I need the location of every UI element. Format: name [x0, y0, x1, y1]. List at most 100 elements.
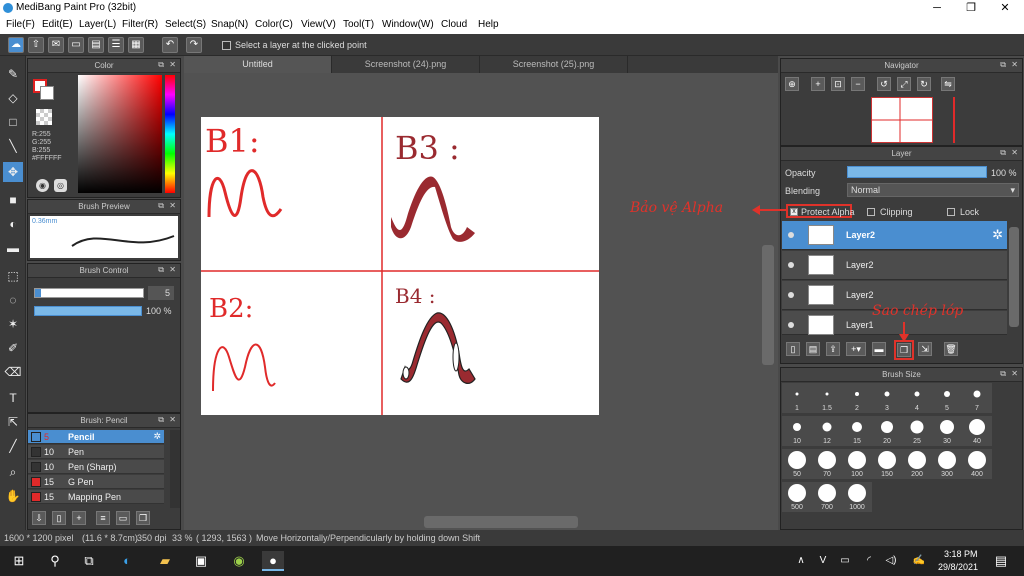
background-color-swatch[interactable]	[40, 86, 54, 100]
select-eraser-icon[interactable]: ⌫	[3, 362, 23, 382]
brush-item-mapping-pen[interactable]: 15 Mapping Pen	[28, 490, 164, 504]
flip-icon[interactable]: ⇋	[941, 77, 955, 91]
brush-settings-icon[interactable]: ≡	[96, 511, 110, 525]
dot-tool-icon[interactable]: □	[3, 112, 23, 132]
brush-size-option[interactable]: 7	[962, 383, 992, 413]
layer-opacity-slider[interactable]	[847, 166, 987, 178]
layer-row[interactable]: Layer2	[782, 251, 1007, 280]
saturation-value-picker[interactable]	[78, 75, 162, 193]
add-layer-menu-icon[interactable]: +▾	[846, 342, 866, 356]
menu-view[interactable]: View(V)	[301, 19, 336, 30]
file-explorer-icon[interactable]: ▰	[154, 551, 176, 571]
brush-size-slider[interactable]	[34, 288, 144, 298]
import-layer-icon[interactable]: ⇪	[826, 342, 840, 356]
panel-close-icon[interactable]: ✕	[1011, 369, 1018, 378]
brush-size-option[interactable]: 4	[902, 383, 932, 413]
comment-icon[interactable]: ✉	[48, 37, 64, 53]
brush-list-scrollbar[interactable]	[170, 430, 180, 508]
clock-time[interactable]: 3:18 PM	[944, 549, 978, 559]
close-button[interactable]: ✕	[988, 0, 1022, 16]
brush-size-option[interactable]: 1.5	[812, 383, 842, 413]
brush-size-option[interactable]: 25	[902, 416, 932, 446]
menu-help[interactable]: Help	[478, 19, 499, 30]
select-pen-icon[interactable]: ✐	[3, 338, 23, 358]
brush-size-option[interactable]: 15	[842, 416, 872, 446]
notifications-icon[interactable]: ▤	[990, 551, 1012, 571]
search-icon[interactable]: ⚲	[44, 551, 66, 571]
select-rect-icon[interactable]: ⬚	[3, 266, 23, 286]
delete-layer-icon[interactable]: 🗑	[944, 342, 958, 356]
clipping-checkbox[interactable]	[867, 208, 875, 216]
wifi-icon[interactable]: ◜	[858, 551, 880, 571]
volume-icon[interactable]: ◁)	[880, 551, 902, 571]
minimize-button[interactable]: ─	[920, 0, 954, 16]
brush-size-option[interactable]: 70	[812, 449, 842, 479]
menu-layer[interactable]: Layer(L)	[79, 19, 116, 30]
panel-close-icon[interactable]: ✕	[1011, 60, 1018, 69]
zoom-icon[interactable]: ⊕	[785, 77, 799, 91]
brush-size-option[interactable]: 700	[812, 482, 842, 512]
brush-item-pen-sharp[interactable]: 10 Pen (Sharp)	[28, 460, 164, 474]
list-icon[interactable]: ☰	[108, 37, 124, 53]
magic-wand-icon[interactable]: ✶	[3, 314, 23, 334]
panel-float-icon[interactable]: ⧉	[158, 201, 164, 211]
eye-icon[interactable]	[788, 232, 794, 238]
blending-select[interactable]: Normal ▾	[847, 183, 1019, 197]
brush-size-option[interactable]: 2	[842, 383, 872, 413]
menu-cloud[interactable]: Cloud	[441, 19, 467, 30]
operation-tool-icon[interactable]: ⇱	[3, 412, 23, 432]
rotate-left-icon[interactable]: ↺	[877, 77, 891, 91]
panel-float-icon[interactable]: ⧉	[158, 415, 164, 425]
redo-icon[interactable]: ↷	[186, 37, 202, 53]
brush-size-option[interactable]: 200	[902, 449, 932, 479]
add-brush-icon[interactable]: +	[72, 511, 86, 525]
move-tool-icon[interactable]: ✥	[3, 162, 23, 182]
brush-size-option[interactable]: 300	[932, 449, 962, 479]
brush-item-pen[interactable]: 10 Pen	[28, 445, 164, 459]
folder-icon[interactable]: ▬	[872, 342, 886, 356]
zoom-out-icon[interactable]: −	[851, 77, 865, 91]
panel-float-icon[interactable]: ⧉	[158, 265, 164, 275]
clock-date[interactable]: 29/8/2021	[938, 562, 978, 572]
eye-icon[interactable]	[788, 292, 794, 298]
menu-edit[interactable]: Edit(E)	[42, 19, 73, 30]
palette-icon[interactable]: ◉	[36, 179, 49, 192]
task-view-icon[interactable]: ⧉	[78, 551, 100, 571]
rotate-right-icon[interactable]: ↻	[917, 77, 931, 91]
menu-select[interactable]: Select(S)	[165, 19, 206, 30]
cloud-download-icon[interactable]: ⇩	[32, 511, 46, 525]
pen-icon[interactable]: ✍	[908, 551, 930, 571]
brush-tool-icon[interactable]: ✎	[3, 64, 23, 84]
brush-size-option[interactable]: 20	[872, 416, 902, 446]
cloud-icon[interactable]: ☁	[8, 37, 24, 53]
undo-icon[interactable]: ↶	[162, 37, 178, 53]
fit-screen-icon[interactable]: ⤢	[897, 77, 911, 91]
layer-row[interactable]: Layer2 ✲	[782, 221, 1007, 250]
brush-size-option[interactable]: 3	[872, 383, 902, 413]
drawing-canvas[interactable]: B1: B3 : B2: B4 :	[201, 117, 599, 415]
menu-window[interactable]: Window(W)	[382, 19, 434, 30]
menu-color[interactable]: Color(C)	[255, 19, 293, 30]
chevron-up-icon[interactable]: ∧	[790, 551, 812, 571]
bucket-tool-icon[interactable]: ◐	[3, 214, 23, 234]
brush-size-option[interactable]: 1	[782, 383, 812, 413]
brush-item-pencil[interactable]: 5 Pencil ✲	[28, 430, 164, 444]
gear-icon[interactable]: ✲	[153, 431, 161, 442]
transparent-swatch[interactable]	[36, 109, 52, 125]
eraser-tool-icon[interactable]: ◇	[3, 88, 23, 108]
brush-size-option[interactable]: 10	[782, 416, 812, 446]
eye-icon[interactable]	[788, 322, 794, 328]
store-icon[interactable]: ▣	[190, 551, 212, 571]
eye-icon[interactable]	[788, 262, 794, 268]
divide-tool-icon[interactable]: ╱	[3, 436, 23, 456]
panel-float-icon[interactable]: ⧉	[158, 60, 164, 70]
lasso-icon[interactable]: ◌	[3, 290, 23, 310]
page-icon[interactable]: ▤	[88, 37, 104, 53]
brush-size-option[interactable]: 40	[962, 416, 992, 446]
menu-filter[interactable]: Filter(R)	[122, 19, 158, 30]
gradient-tool-icon[interactable]: ▬	[3, 238, 23, 258]
brush-size-value[interactable]: 5	[148, 286, 174, 300]
color-settings-icon[interactable]: ◎	[54, 179, 67, 192]
tab-screenshot-25[interactable]: Screenshot (25).png	[480, 56, 628, 73]
brush-item-g-pen[interactable]: 15 G Pen	[28, 475, 164, 489]
